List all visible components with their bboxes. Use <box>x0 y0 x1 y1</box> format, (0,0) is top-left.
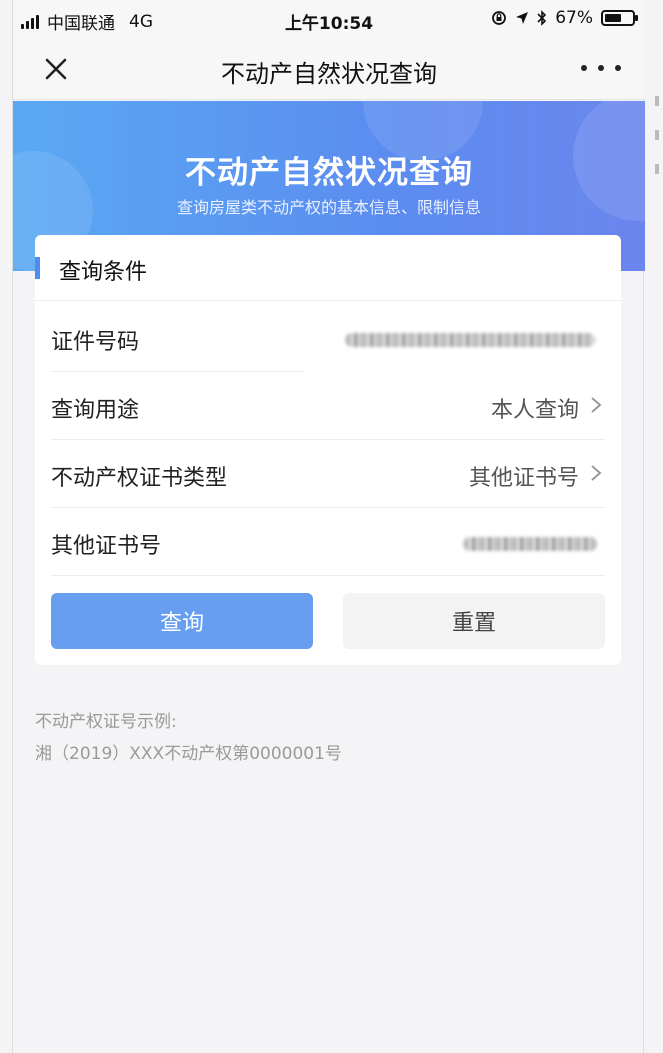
chevron-right-icon <box>591 465 602 481</box>
example-note: 不动产权证号示例: 湘（2019）XXX不动产权第0000001号 <box>35 706 342 770</box>
query-button[interactable]: 查询 <box>51 593 313 649</box>
chevron-right-icon <box>591 397 602 413</box>
purpose-label: 查询用途 <box>51 398 140 423</box>
id-number-label: 证件号码 <box>51 330 140 355</box>
example-text: 湘（2019）XXX不动产权第0000001号 <box>35 744 342 764</box>
phone-screen: 中国联通 4G 上午10:54 67% 不动产自然状况查询 不动产自然状况查询 … <box>12 0 645 1053</box>
reset-button[interactable]: 重置 <box>343 593 605 649</box>
cert-type-value: 其他证书号 <box>468 466 579 491</box>
query-form-card: 查询条件 证件号码 查询用途 本人查询 不动产权证书类型 其他证书号 其他证书号 <box>35 235 621 665</box>
bluetooth-icon <box>537 10 547 26</box>
id-number-row[interactable]: 证件号码 <box>51 303 605 371</box>
other-cert-masked-value <box>463 537 597 551</box>
location-icon <box>516 12 529 24</box>
status-right: 67% <box>491 8 638 28</box>
orientation-lock-icon <box>492 11 507 25</box>
purpose-value: 本人查询 <box>490 398 579 423</box>
nav-bar: 不动产自然状况查询 <box>13 38 645 100</box>
more-icon[interactable] <box>581 56 621 80</box>
edge-marks <box>655 96 661 198</box>
other-cert-row[interactable]: 其他证书号 <box>51 507 605 575</box>
banner-subtitle: 查询房屋类不动产权的基本信息、限制信息 <box>176 198 481 217</box>
purpose-row[interactable]: 查询用途 本人查询 <box>51 371 605 439</box>
section-accent-bar <box>35 257 40 279</box>
example-heading: 不动产权证号示例: <box>35 712 177 732</box>
nav-title: 不动产自然状况查询 <box>221 60 437 88</box>
card-header: 查询条件 <box>35 235 621 301</box>
banner-title: 不动产自然状况查询 <box>185 155 473 191</box>
battery-icon <box>601 10 638 26</box>
id-number-masked-value <box>345 333 595 347</box>
battery-fill <box>605 14 622 22</box>
cert-type-row[interactable]: 不动产权证书类型 其他证书号 <box>51 439 605 507</box>
other-cert-label: 其他证书号 <box>51 534 162 559</box>
divider <box>51 575 605 576</box>
cert-type-label: 不动产权证书类型 <box>51 466 228 491</box>
section-title: 查询条件 <box>59 260 148 285</box>
battery-percent: 67% <box>555 8 593 28</box>
status-bar: 中国联通 4G 上午10:54 67% <box>13 0 645 38</box>
